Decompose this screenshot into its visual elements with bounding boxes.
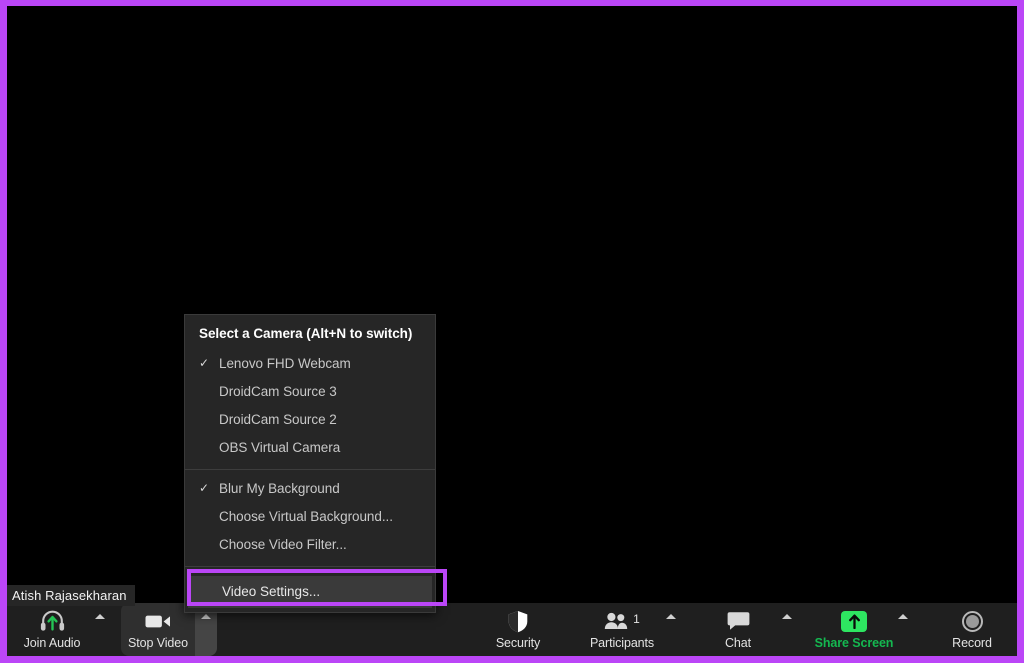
menu-item-lenovo-fhd-webcam[interactable]: Lenovo FHD Webcam [185,350,435,378]
participants-label: Participants [589,636,655,650]
menu-item-choose-virtual-background[interactable]: Choose Virtual Background... [185,503,435,531]
select-camera-context-menu: Select a Camera (Alt+N to switch) Lenovo… [184,314,436,613]
menu-item-label: DroidCam Source 2 [219,412,337,427]
participants-caret-button[interactable] [659,603,683,656]
join-audio-caret-button[interactable] [89,603,111,656]
participants-count-badge: 1 [633,612,640,626]
security-button[interactable]: Security [479,603,557,656]
chat-button[interactable]: Chat [701,603,775,656]
menu-item-droidcam-source-3[interactable]: DroidCam Source 3 [185,378,435,406]
video-stage [7,6,1017,602]
share-screen-button[interactable]: Share Screen [814,603,894,656]
menu-item-label: OBS Virtual Camera [219,440,341,455]
shield-icon [507,609,529,633]
record-circle-icon [961,609,983,633]
join-audio-button[interactable]: Join Audio [15,603,89,656]
menu-separator-2 [185,566,435,567]
join-audio-label: Join Audio [23,636,81,650]
chevron-up-icon [898,614,908,619]
chat-label: Chat [724,636,751,650]
record-label: Record [952,636,992,650]
menu-item-label: Blur My Background [219,481,340,496]
menu-item-obs-virtual-camera[interactable]: OBS Virtual Camera [185,434,435,462]
menu-item-blur-my-background[interactable]: Blur My Background [185,475,435,503]
stop-video-label: Stop Video [128,636,188,650]
share-screen-arrow-up-icon [841,609,867,633]
screenshot-frame: Atish Rajasekharan Select a Camera (Alt+… [0,0,1024,663]
menu-header-select-a-camera: Select a Camera (Alt+N to switch) [199,326,413,341]
security-label: Security [495,636,541,650]
menu-item-label: Choose Virtual Background... [219,509,393,524]
menu-item-video-settings[interactable]: Video Settings... [188,576,432,608]
record-button[interactable]: Record [933,603,1011,656]
join-audio-group: Join Audio [15,603,111,656]
video-camera-icon [145,609,171,633]
meeting-toolbar: Join Audio Stop Video Security 1 Partici… [7,603,1017,656]
share-screen-label: Share Screen [814,636,894,650]
chat-caret-button[interactable] [775,603,799,656]
menu-item-choose-video-filter[interactable]: Choose Video Filter... [185,531,435,559]
zoom-meeting-window: Atish Rajasekharan Select a Camera (Alt+… [7,6,1017,656]
menu-item-label: Lenovo FHD Webcam [219,356,351,371]
menu-item-droidcam-source-2[interactable]: DroidCam Source 2 [185,406,435,434]
menu-separator-1 [185,469,435,470]
people-icon-wrapper: 1 [604,609,640,633]
chevron-up-icon [782,614,792,619]
chevron-up-icon [95,614,105,619]
chevron-up-icon [201,614,211,619]
menu-item-label: Choose Video Filter... [219,537,347,552]
chevron-up-icon [666,614,676,619]
menu-item-label: DroidCam Source 3 [219,384,337,399]
share-screen-caret-button[interactable] [891,603,915,656]
menu-item-label: Video Settings... [222,584,321,599]
headset-arrow-up-icon [40,609,65,633]
toolbar-right-controls: Security 1 Participants Chat Share Scree… [479,603,1011,656]
chat-bubble-icon [727,609,750,633]
video-settings-menu-wrapper: Video Settings... [185,572,435,612]
participant-name-tag: Atish Rajasekharan [7,585,135,606]
participants-button[interactable]: 1 Participants [585,603,659,656]
people-icon [604,612,628,629]
